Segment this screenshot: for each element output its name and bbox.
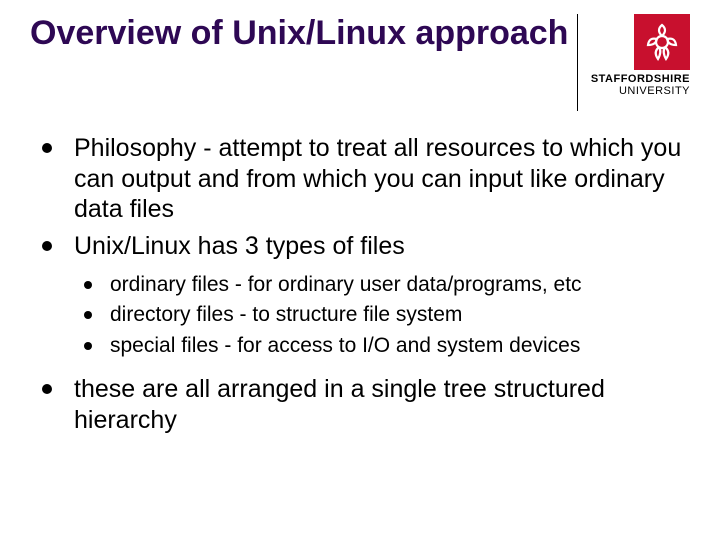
list-item: Philosophy - attempt to treat all resour…: [36, 133, 690, 225]
university-logo: STAFFORDSHIRE UNIVERSITY: [591, 14, 690, 97]
bullet-text: special files - for access to I/O and sy…: [110, 334, 580, 357]
bullet-text: ordinary files - for ordinary user data/…: [110, 273, 582, 296]
bullet-text: directory files - to structure file syst…: [110, 303, 462, 326]
sub-bullet-list: ordinary files - for ordinary user data/…: [74, 271, 690, 360]
bullet-list: Philosophy - attempt to treat all resour…: [36, 133, 690, 435]
header-row: Overview of Unix/Linux approach STAFFORD…: [30, 14, 690, 97]
logo-line1: STAFFORDSHIRE: [591, 74, 690, 86]
slide: Overview of Unix/Linux approach STAFFORD…: [0, 0, 720, 540]
bullet-text: Philosophy - attempt to treat all resour…: [74, 134, 681, 223]
list-item: directory files - to structure file syst…: [74, 301, 690, 329]
logo-separator: [577, 14, 578, 111]
slide-title: Overview of Unix/Linux approach: [30, 14, 581, 53]
list-item: Unix/Linux has 3 types of files ordinary…: [36, 231, 690, 361]
list-item: ordinary files - for ordinary user data/…: [74, 271, 690, 299]
bullet-text: these are all arranged in a single tree …: [74, 375, 605, 434]
bullet-text: Unix/Linux has 3 types of files: [74, 232, 405, 260]
logo-line2: UNIVERSITY: [591, 86, 690, 98]
logo-emblem-icon: [634, 14, 690, 70]
content-area: Philosophy - attempt to treat all resour…: [30, 133, 690, 435]
list-item: these are all arranged in a single tree …: [36, 374, 690, 435]
list-item: special files - for access to I/O and sy…: [74, 332, 690, 360]
logo-text: STAFFORDSHIRE UNIVERSITY: [591, 74, 690, 97]
